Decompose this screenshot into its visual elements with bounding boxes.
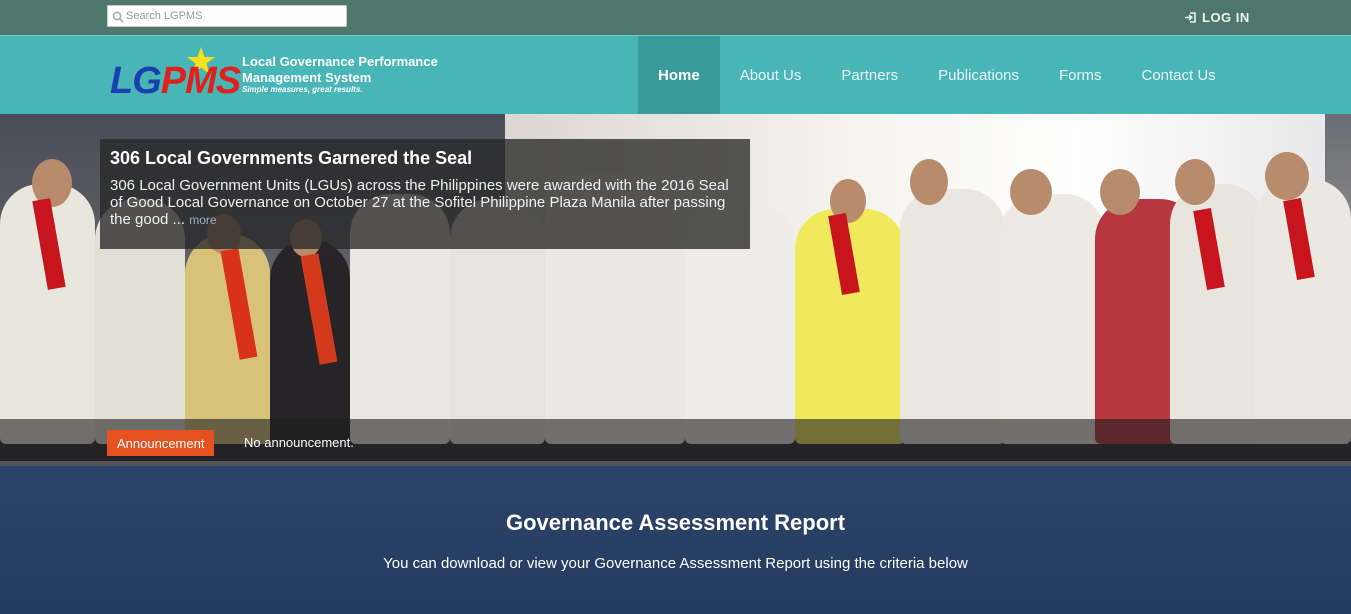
- top-bar: LOG IN: [0, 0, 1351, 35]
- announcement-button[interactable]: Announcement: [107, 430, 215, 456]
- hero-caption: 306 Local Governments Garnered the Seal …: [100, 139, 750, 249]
- search-input[interactable]: [126, 10, 336, 22]
- lgpms-logo[interactable]: LGPMS Local Governance Performance Manag…: [110, 46, 450, 106]
- nav-item-publications[interactable]: Publications: [918, 36, 1039, 114]
- report-subtitle: You can download or view your Governance…: [383, 555, 968, 572]
- login-link[interactable]: LOG IN: [1184, 10, 1250, 25]
- nav-item-about-us[interactable]: About Us: [720, 36, 822, 114]
- nav-item-forms[interactable]: Forms: [1039, 36, 1122, 114]
- logo-line-2: Management System: [242, 70, 372, 85]
- report-section: Governance Assessment Report You can dow…: [0, 466, 1351, 614]
- nav-item-partners[interactable]: Partners: [821, 36, 918, 114]
- logo-tagline: Simple measures, great results.: [242, 85, 363, 94]
- hero-body: 306 Local Government Units (LGUs) across…: [110, 177, 740, 229]
- search-box[interactable]: [107, 5, 347, 27]
- nav-item-home[interactable]: Home: [638, 36, 720, 114]
- main-navbar: LGPMS Local Governance Performance Manag…: [0, 35, 1351, 114]
- report-title: Governance Assessment Report: [505, 510, 846, 535]
- hero-slider[interactable]: 306 Local Governments Garnered the Seal …: [0, 114, 1351, 466]
- announcement-text: No announcement.: [244, 435, 354, 450]
- logo-wordmark: LGPMS: [110, 60, 241, 102]
- announcement-bar: Announcement No announcement.: [0, 419, 1351, 461]
- hero-more-link[interactable]: more: [189, 213, 216, 227]
- sign-in-icon: [1184, 11, 1197, 24]
- hero-title: 306 Local Governments Garnered the Seal: [110, 148, 473, 168]
- nav-item-contact-us[interactable]: Contact Us: [1121, 36, 1235, 114]
- logo-line-1: Local Governance Performance: [242, 54, 438, 69]
- nav-menu: Home About Us Partners Publications Form…: [638, 36, 1236, 114]
- login-label: LOG IN: [1202, 10, 1250, 25]
- search-icon: [112, 10, 124, 23]
